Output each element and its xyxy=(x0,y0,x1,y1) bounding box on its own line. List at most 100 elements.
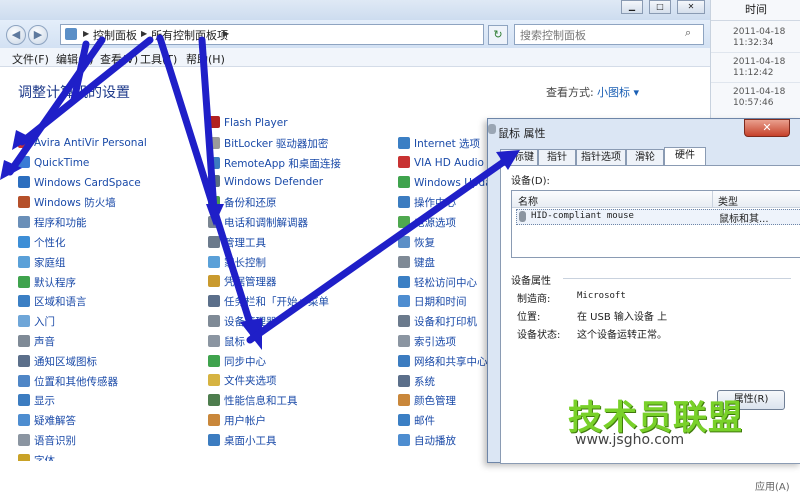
control-panel-item[interactable]: 设备管理器 xyxy=(208,314,277,332)
menu-view[interactable]: 查看(V) xyxy=(100,51,138,67)
search-input[interactable]: 搜索控制面板 xyxy=(520,27,586,43)
page-title: 调整计算机的设置 xyxy=(18,85,130,101)
item-icon xyxy=(18,236,30,248)
control-panel-item[interactable]: Avira AntiVir Personal xyxy=(18,136,147,154)
back-button[interactable]: ◀ xyxy=(6,25,26,45)
control-panel-item[interactable]: 邮件 xyxy=(398,413,435,431)
item-icon xyxy=(398,295,410,308)
tab-hardware[interactable]: 硬件 xyxy=(664,147,706,166)
minimize-button[interactable]: ▁ xyxy=(621,0,643,14)
control-panel-item[interactable]: 性能信息和工具 xyxy=(208,393,298,411)
control-panel-item[interactable]: 恢复 xyxy=(398,235,435,253)
time-column-header[interactable]: 时间 xyxy=(711,0,800,21)
item-label: 个性化 xyxy=(34,237,66,249)
control-panel-item[interactable]: 鼠标 xyxy=(208,334,245,352)
device-list[interactable]: 名称 类型 HID-compliant mouse 鼠标和其... xyxy=(511,190,800,258)
breadcrumb-control-panel[interactable]: 控制面板 xyxy=(93,27,137,43)
close-icon: ✕ xyxy=(762,121,772,134)
control-panel-item[interactable]: QuickTime xyxy=(18,155,89,174)
item-label: RemoteApp 和桌面连接 xyxy=(224,157,341,170)
close-button[interactable]: ✕ xyxy=(677,0,705,14)
control-panel-item[interactable]: Flash Player xyxy=(208,116,288,134)
control-panel-item[interactable]: 日期和时间 xyxy=(398,294,467,312)
item-label: 同步中心 xyxy=(224,355,266,368)
control-panel-item[interactable]: 设备和打印机 xyxy=(398,314,477,332)
chevron-right-icon: ▶ xyxy=(83,29,90,38)
control-panel-item[interactable]: 索引选项 xyxy=(398,334,456,352)
item-label: 默认程序 xyxy=(34,276,76,289)
control-panel-item[interactable]: 电话和调制解调器 xyxy=(208,215,308,233)
control-panel-item[interactable]: Windows 防火墙 xyxy=(18,195,116,213)
control-panel-item[interactable]: 疑难解答 xyxy=(18,413,76,431)
device-row[interactable]: HID-compliant mouse 鼠标和其... xyxy=(516,209,800,225)
control-panel-item[interactable]: 字体 xyxy=(18,453,55,461)
control-panel-item[interactable]: 语音识别 xyxy=(18,433,76,451)
control-panel-item[interactable]: 管理工具 xyxy=(208,235,266,253)
item-icon xyxy=(18,155,30,168)
item-icon xyxy=(398,434,410,446)
control-panel-item[interactable]: 声音 xyxy=(18,334,55,352)
control-panel-item[interactable]: 区域和语言 xyxy=(18,294,87,312)
control-panel-item[interactable]: 系统 xyxy=(398,374,435,392)
control-panel-item[interactable]: 备份和还原 xyxy=(208,195,277,213)
tab-pointers[interactable]: 指针 xyxy=(538,149,576,165)
control-panel-item[interactable]: 电源选项 xyxy=(398,215,456,233)
item-label: 设备管理器 xyxy=(224,316,277,328)
dialog-close-button[interactable]: ✕ xyxy=(744,119,790,137)
control-panel-item[interactable]: 家长控制 xyxy=(208,255,266,273)
item-label: 位置和其他传感器 xyxy=(34,375,118,388)
control-panel-item[interactable]: Windows Defender xyxy=(208,175,323,193)
view-by-dropdown[interactable]: 小图标 ▾ xyxy=(597,84,639,100)
menu-tools[interactable]: 工具(T) xyxy=(140,51,177,67)
control-panel-item[interactable]: 个性化 xyxy=(18,235,66,253)
column-type[interactable]: 类型 xyxy=(718,193,738,208)
control-panel-item[interactable]: 显示 xyxy=(18,393,55,411)
address-bar[interactable]: ▶ 控制面板 ▶ 所有控制面板项 ▶ xyxy=(60,24,484,45)
control-panel-item[interactable]: Internet 选项 xyxy=(398,136,480,154)
control-panel-item[interactable]: 键盘 xyxy=(398,255,435,273)
tab-wheel[interactable]: 滑轮 xyxy=(626,149,664,165)
control-panel-item[interactable]: 用户帐户 xyxy=(208,413,266,431)
control-panel-item[interactable]: 默认程序 xyxy=(18,275,76,293)
control-panel-item[interactable]: 颜色管理 xyxy=(398,393,456,411)
refresh-button[interactable]: ↻ xyxy=(488,25,508,45)
control-panel-item[interactable]: 自动播放 xyxy=(398,433,456,451)
group-divider xyxy=(563,278,791,279)
control-panel-item[interactable]: RemoteApp 和桌面连接 xyxy=(208,156,341,174)
maximize-button[interactable]: □ xyxy=(649,0,671,14)
item-label: 系统 xyxy=(414,375,435,388)
column-name[interactable]: 名称 xyxy=(518,193,538,208)
apply-button[interactable]: 应用(A) xyxy=(755,478,800,494)
time-cell-time: 10:57:46 xyxy=(733,98,774,108)
control-panel-item[interactable]: Windows CardSpace xyxy=(18,175,141,194)
control-panel-item[interactable]: BitLocker 驱动器加密 xyxy=(208,136,328,154)
forward-button[interactable]: ▶ xyxy=(28,25,48,45)
control-panel-item[interactable]: 操作中心 xyxy=(398,195,456,213)
menu-edit[interactable]: 编辑(E) xyxy=(56,51,94,67)
row-divider xyxy=(711,52,800,53)
menu-help[interactable]: 帮助(H) xyxy=(186,51,225,67)
item-icon xyxy=(208,374,220,387)
control-panel-item[interactable]: 桌面小工具 xyxy=(208,433,277,451)
search-box[interactable]: 搜索控制面板 ⌕ xyxy=(514,24,704,45)
control-panel-item[interactable]: 网络和共享中心 xyxy=(398,354,488,372)
breadcrumb-all-items[interactable]: 所有控制面板项 xyxy=(151,27,228,43)
item-icon xyxy=(208,433,220,446)
item-icon xyxy=(208,116,220,128)
menu-file[interactable]: 文件(F) xyxy=(12,51,49,67)
control-panel-item[interactable]: 轻松访问中心 xyxy=(398,275,477,293)
control-panel-item[interactable]: 位置和其他传感器 xyxy=(18,374,118,392)
control-panel-item[interactable]: 同步中心 xyxy=(208,354,266,372)
control-panel-item[interactable]: 程序和功能 xyxy=(18,215,87,233)
control-panel-item[interactable]: 任务栏和「开始」菜单 xyxy=(208,294,329,312)
control-panel-item[interactable]: 家庭组 xyxy=(18,255,66,273)
item-label: 程序和功能 xyxy=(34,217,87,230)
tab-buttons[interactable]: 鼠标键 xyxy=(500,149,538,165)
control-panel-item[interactable]: 通知区域图标 xyxy=(18,354,97,372)
tab-pointer-options[interactable]: 指针选项 xyxy=(576,149,626,165)
manufacturer-value: Microsoft xyxy=(577,291,626,301)
control-panel-item[interactable]: 文件夹选项 xyxy=(208,373,277,391)
item-label: 区域和语言 xyxy=(34,296,87,309)
control-panel-item[interactable]: 入门 xyxy=(18,314,55,332)
control-panel-item[interactable]: 凭据管理器 xyxy=(208,274,277,292)
